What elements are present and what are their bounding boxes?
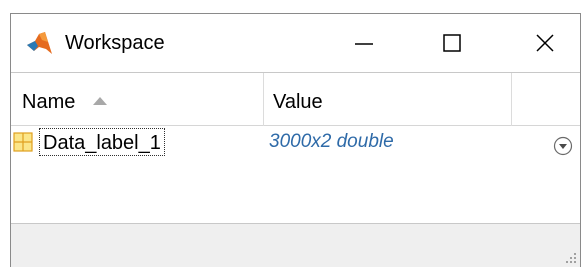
matrix-grid-icon	[13, 132, 33, 152]
status-bar	[11, 224, 580, 267]
variable-name[interactable]: Data_label_1	[39, 128, 165, 156]
sort-ascending-icon	[93, 97, 107, 105]
title-bar[interactable]: Workspace	[11, 14, 580, 72]
column-header-value[interactable]: Value	[273, 91, 323, 114]
stage: Workspace Name Value Data_label_1 3000x2…	[0, 0, 585, 271]
minimize-button[interactable]	[336, 14, 392, 72]
table-header: Name Value	[11, 73, 580, 126]
table-row[interactable]: Data_label_1 3000x2 double	[11, 128, 580, 162]
column-separator[interactable]	[511, 73, 512, 126]
maximize-button[interactable]	[424, 14, 480, 72]
variables-table: Name Value Data_label_1 3000x2 double	[11, 72, 580, 224]
column-separator[interactable]	[263, 73, 264, 126]
chevron-down-circle-icon[interactable]	[553, 136, 573, 156]
workspace-window: Workspace Name Value Data_label_1 3000x2…	[10, 13, 581, 267]
close-button[interactable]	[517, 14, 573, 72]
column-header-name[interactable]: Name	[22, 91, 75, 114]
matlab-logo-icon	[27, 32, 52, 54]
close-icon	[536, 34, 554, 52]
variable-value[interactable]: 3000x2 double	[269, 130, 394, 154]
window-title: Workspace	[65, 32, 165, 54]
resize-grip-icon[interactable]	[563, 250, 577, 264]
minimize-icon	[355, 43, 373, 45]
maximize-icon	[443, 34, 461, 52]
